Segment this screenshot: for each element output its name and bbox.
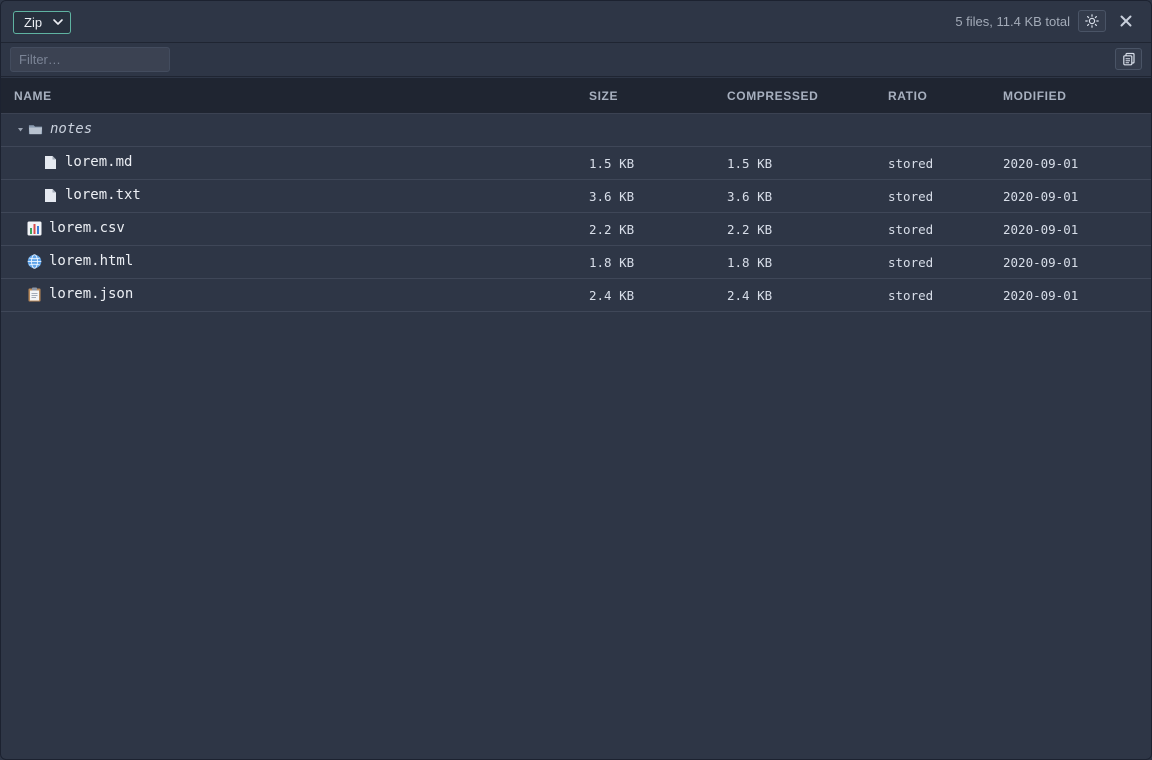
sun-icon xyxy=(1085,14,1099,28)
folder-row[interactable]: notes xyxy=(1,114,1151,147)
file-modified: 2020-09-01 xyxy=(1003,189,1079,204)
file-compressed-size: 1.5 KB xyxy=(727,156,773,171)
file-compressed-size: 1.8 KB xyxy=(727,255,773,270)
file-size: 2.2 KB xyxy=(589,222,635,237)
file-modified: 2020-09-01 xyxy=(1003,288,1079,303)
file-modified: 2020-09-01 xyxy=(1003,222,1079,237)
disclosure-triangle-icon[interactable] xyxy=(17,126,25,133)
file-modified: 2020-09-01 xyxy=(1003,255,1079,270)
file-row[interactable]: lorem.csv 2.2 KB 2.2 KB stored 2020-09-0… xyxy=(1,213,1151,246)
theme-toggle-button[interactable] xyxy=(1078,10,1106,32)
table-header: NAME SIZE COMPRESSED RATIO MODIFIED xyxy=(1,78,1151,114)
file-compressed-size: 2.4 KB xyxy=(727,288,773,303)
file-size: 3.6 KB xyxy=(589,189,635,204)
file-list: notes lorem.md 1.5 KB 1.5 KB stored 2020… xyxy=(1,114,1151,312)
copy-icon xyxy=(1122,52,1135,66)
file-row[interactable]: lorem.json 2.4 KB 2.4 KB stored 2020-09-… xyxy=(1,279,1151,312)
chevron-down-icon xyxy=(53,19,63,25)
file-modified: 2020-09-01 xyxy=(1003,156,1079,171)
filter-bar xyxy=(1,43,1151,77)
globe-icon xyxy=(27,253,42,269)
file-ratio: stored xyxy=(888,222,934,237)
filter-input[interactable] xyxy=(10,47,170,72)
archive-summary: 5 files, 11.4 KB total xyxy=(955,14,1070,29)
format-select[interactable]: Zip xyxy=(13,11,71,34)
folder-icon xyxy=(28,121,43,137)
format-select-value: Zip xyxy=(24,15,43,30)
file-compressed-size: 2.2 KB xyxy=(727,222,773,237)
file-ratio: stored xyxy=(888,189,934,204)
file-row[interactable]: lorem.md 1.5 KB 1.5 KB stored 2020-09-01 xyxy=(1,147,1151,180)
file-icon xyxy=(43,154,58,170)
file-ratio: stored xyxy=(888,156,934,171)
chart-icon xyxy=(27,220,42,236)
file-compressed-size: 3.6 KB xyxy=(727,189,773,204)
file-name: lorem.txt xyxy=(65,187,141,203)
clipboard-icon xyxy=(27,286,42,302)
folder-name: notes xyxy=(50,121,93,137)
file-size: 1.5 KB xyxy=(589,156,635,171)
file-name: lorem.html xyxy=(49,253,134,269)
file-icon xyxy=(43,187,58,203)
file-name: lorem.md xyxy=(65,154,133,170)
file-size: 1.8 KB xyxy=(589,255,635,270)
column-header-compressed[interactable]: COMPRESSED xyxy=(727,89,818,103)
file-name: lorem.json xyxy=(49,286,134,302)
file-size: 2.4 KB xyxy=(589,288,635,303)
archive-viewer-window: Zip 5 files, 11.4 KB total Filter… NAME … xyxy=(0,0,1152,760)
column-header-size[interactable]: SIZE xyxy=(589,89,618,103)
close-icon[interactable] xyxy=(1119,14,1133,28)
column-header-ratio[interactable]: RATIO xyxy=(888,89,927,103)
title-bar: Zip 5 files, 11.4 KB total xyxy=(1,1,1151,43)
column-header-modified[interactable]: MODIFIED xyxy=(1003,89,1066,103)
copy-list-button[interactable] xyxy=(1115,48,1142,70)
file-row[interactable]: lorem.html 1.8 KB 1.8 KB stored 2020-09-… xyxy=(1,246,1151,279)
file-ratio: stored xyxy=(888,255,934,270)
file-row[interactable]: lorem.txt 3.6 KB 3.6 KB stored 2020-09-0… xyxy=(1,180,1151,213)
file-ratio: stored xyxy=(888,288,934,303)
column-header-name[interactable]: NAME xyxy=(14,89,52,103)
file-name: lorem.csv xyxy=(49,220,125,236)
